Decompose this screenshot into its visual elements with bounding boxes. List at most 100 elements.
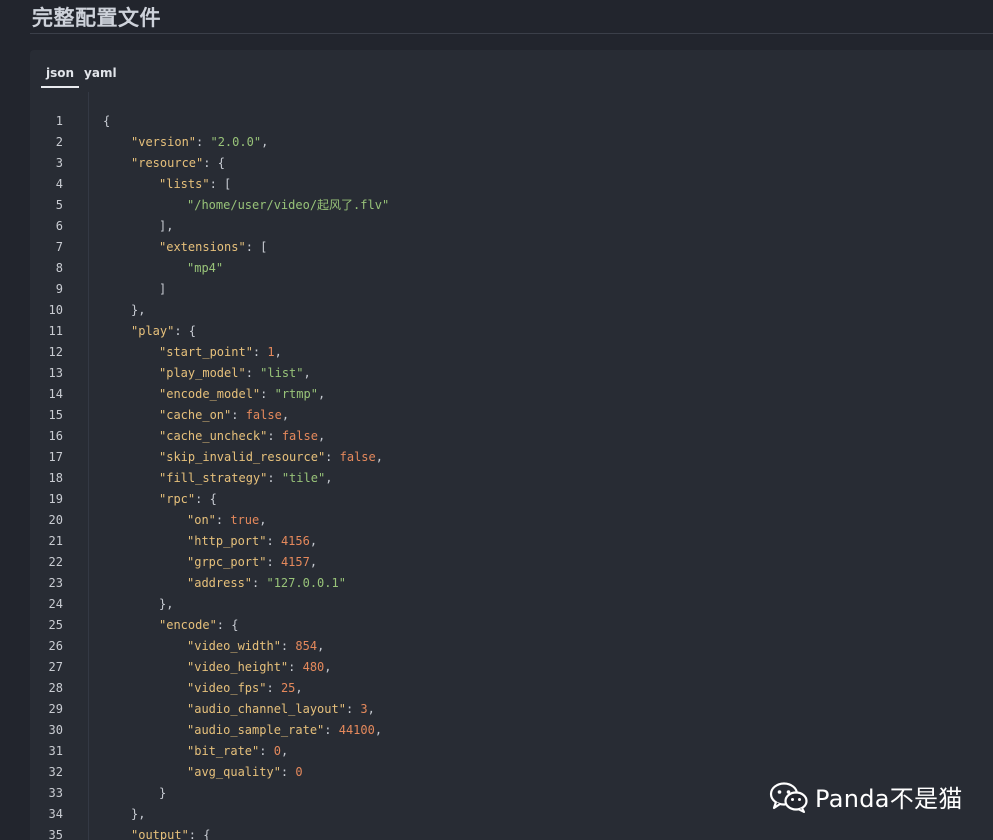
code-line: 8 "mp4" <box>30 258 993 279</box>
json-string: "/home/user/video/起风了.flv" <box>187 198 390 212</box>
json-punctuation: : <box>215 513 231 527</box>
code-line: 7 "extensions": [ <box>30 237 993 258</box>
json-punctuation: ], <box>159 219 174 233</box>
json-punctuation: : <box>260 387 275 401</box>
json-punctuation: , <box>324 660 332 674</box>
code-text: "audio_sample_rate": 44100, <box>103 720 382 741</box>
code-line: 28 "video_fps": 25, <box>30 678 993 699</box>
line-number: 30 <box>48 723 63 737</box>
code-panel: json yaml 1{2 "version": "2.0.0", 3 "resour… <box>30 50 993 840</box>
code-text: "rpc": { <box>103 489 217 510</box>
json-key: "video_width" <box>187 639 281 653</box>
json-string: "127.0.0.1" <box>266 576 346 590</box>
code-line: 30 "audio_sample_rate": 44100, <box>30 720 993 741</box>
code-line: 1{ <box>30 111 993 132</box>
json-key: "version" <box>131 135 197 149</box>
json-key: "on" <box>187 513 216 527</box>
line-number: 2 <box>55 135 63 149</box>
json-punctuation: : <box>196 135 211 149</box>
json-key: "video_fps" <box>187 681 267 695</box>
json-key: "fill_strategy" <box>159 471 268 485</box>
code-line: 31 "bit_rate": 0, <box>30 741 993 762</box>
code-line: 21 "http_port": 4156, <box>30 531 993 552</box>
line-number: 27 <box>48 660 63 674</box>
json-key: "video_height" <box>187 660 289 674</box>
line-number: 33 <box>48 786 63 800</box>
json-key: "avg_quality" <box>187 765 281 779</box>
json-punctuation: : <box>259 744 274 758</box>
code-text: }, <box>103 804 145 825</box>
tab-json[interactable]: json <box>41 62 80 88</box>
json-punctuation: , <box>367 702 375 716</box>
json-punctuation: }, <box>131 303 146 317</box>
json-punctuation: , <box>281 408 290 422</box>
json-punctuation: : [ <box>209 177 232 191</box>
line-number: 13 <box>48 366 63 380</box>
json-punctuation: : { <box>188 828 211 840</box>
code-tabs: json yaml <box>41 62 122 88</box>
code-text: "fill_strategy": "tile", <box>103 468 332 489</box>
line-number: 29 <box>48 702 63 716</box>
json-string: "2.0.0" <box>210 135 262 149</box>
line-number: 12 <box>48 345 63 359</box>
json-punctuation: : <box>280 639 296 653</box>
line-number: 20 <box>48 513 63 527</box>
json-string: "mp4" <box>187 261 224 275</box>
json-key: "audio_channel_layout" <box>187 702 346 716</box>
json-punctuation: : <box>267 429 282 443</box>
code-text: { <box>103 111 110 132</box>
json-number: 44100 <box>338 723 375 737</box>
code-line: 5 "/home/user/video/起风了.flv" <box>30 195 993 216</box>
json-punctuation: , <box>280 744 289 758</box>
json-number: 0 <box>295 765 303 779</box>
json-punctuation: , <box>309 555 318 569</box>
json-key: "encode" <box>159 618 217 632</box>
json-punctuation: , <box>274 345 282 359</box>
watermark-text: Panda不是猫 <box>815 785 963 813</box>
code-line: 35 "output": { <box>30 825 993 840</box>
code-block[interactable]: 1{2 "version": "2.0.0", 3 "resource": {4 "li… <box>30 111 993 840</box>
json-punctuation: : <box>252 576 267 590</box>
json-punctuation: , <box>374 723 383 737</box>
json-key: "address" <box>187 576 253 590</box>
code-line: 10}, <box>30 300 993 321</box>
line-number: 9 <box>55 282 63 296</box>
json-punctuation: } <box>159 786 167 800</box>
code-text: "on": true, <box>103 510 267 531</box>
line-number: 16 <box>48 429 63 443</box>
json-punctuation: : { <box>195 492 217 506</box>
code-text: "encode": { <box>103 615 238 636</box>
json-key: "output" <box>131 828 189 840</box>
json-punctuation: , <box>317 387 326 401</box>
code-line: 23 "address": "127.0.0.1" <box>30 573 993 594</box>
code-text: }, <box>103 594 173 615</box>
code-text: "resource": { <box>103 153 225 174</box>
json-number: 854 <box>295 639 318 653</box>
json-number: 4156 <box>280 534 310 548</box>
line-number: 11 <box>48 324 63 338</box>
code-line: 6], <box>30 216 993 237</box>
code-line: 15 "cache_on": false, <box>30 405 993 426</box>
code-text: ], <box>103 216 173 237</box>
json-boolean: false <box>245 408 282 422</box>
json-punctuation: , <box>375 450 383 464</box>
json-boolean: false <box>281 429 318 443</box>
json-number: 4157 <box>280 555 310 569</box>
line-number: 31 <box>48 744 63 758</box>
json-punctuation: : <box>266 555 281 569</box>
tab-yaml[interactable]: yaml <box>79 62 122 84</box>
json-punctuation: ] <box>159 282 167 296</box>
code-line: 13 "play_model": "list", <box>30 363 993 384</box>
code-text: "bit_rate": 0, <box>103 741 288 762</box>
json-punctuation: , <box>309 534 318 548</box>
code-line: 17 "skip_invalid_resource": false, <box>30 447 993 468</box>
code-text: "video_fps": 25, <box>103 678 303 699</box>
code-text: "skip_invalid_resource": false, <box>103 447 383 468</box>
json-punctuation: , <box>325 471 333 485</box>
json-key: "rpc" <box>159 492 196 506</box>
code-text: ] <box>103 279 166 300</box>
json-key: "lists" <box>159 177 210 191</box>
json-punctuation: : <box>267 471 282 485</box>
json-key: "start_point" <box>159 345 253 359</box>
code-line: 25 "encode": { <box>30 615 993 636</box>
